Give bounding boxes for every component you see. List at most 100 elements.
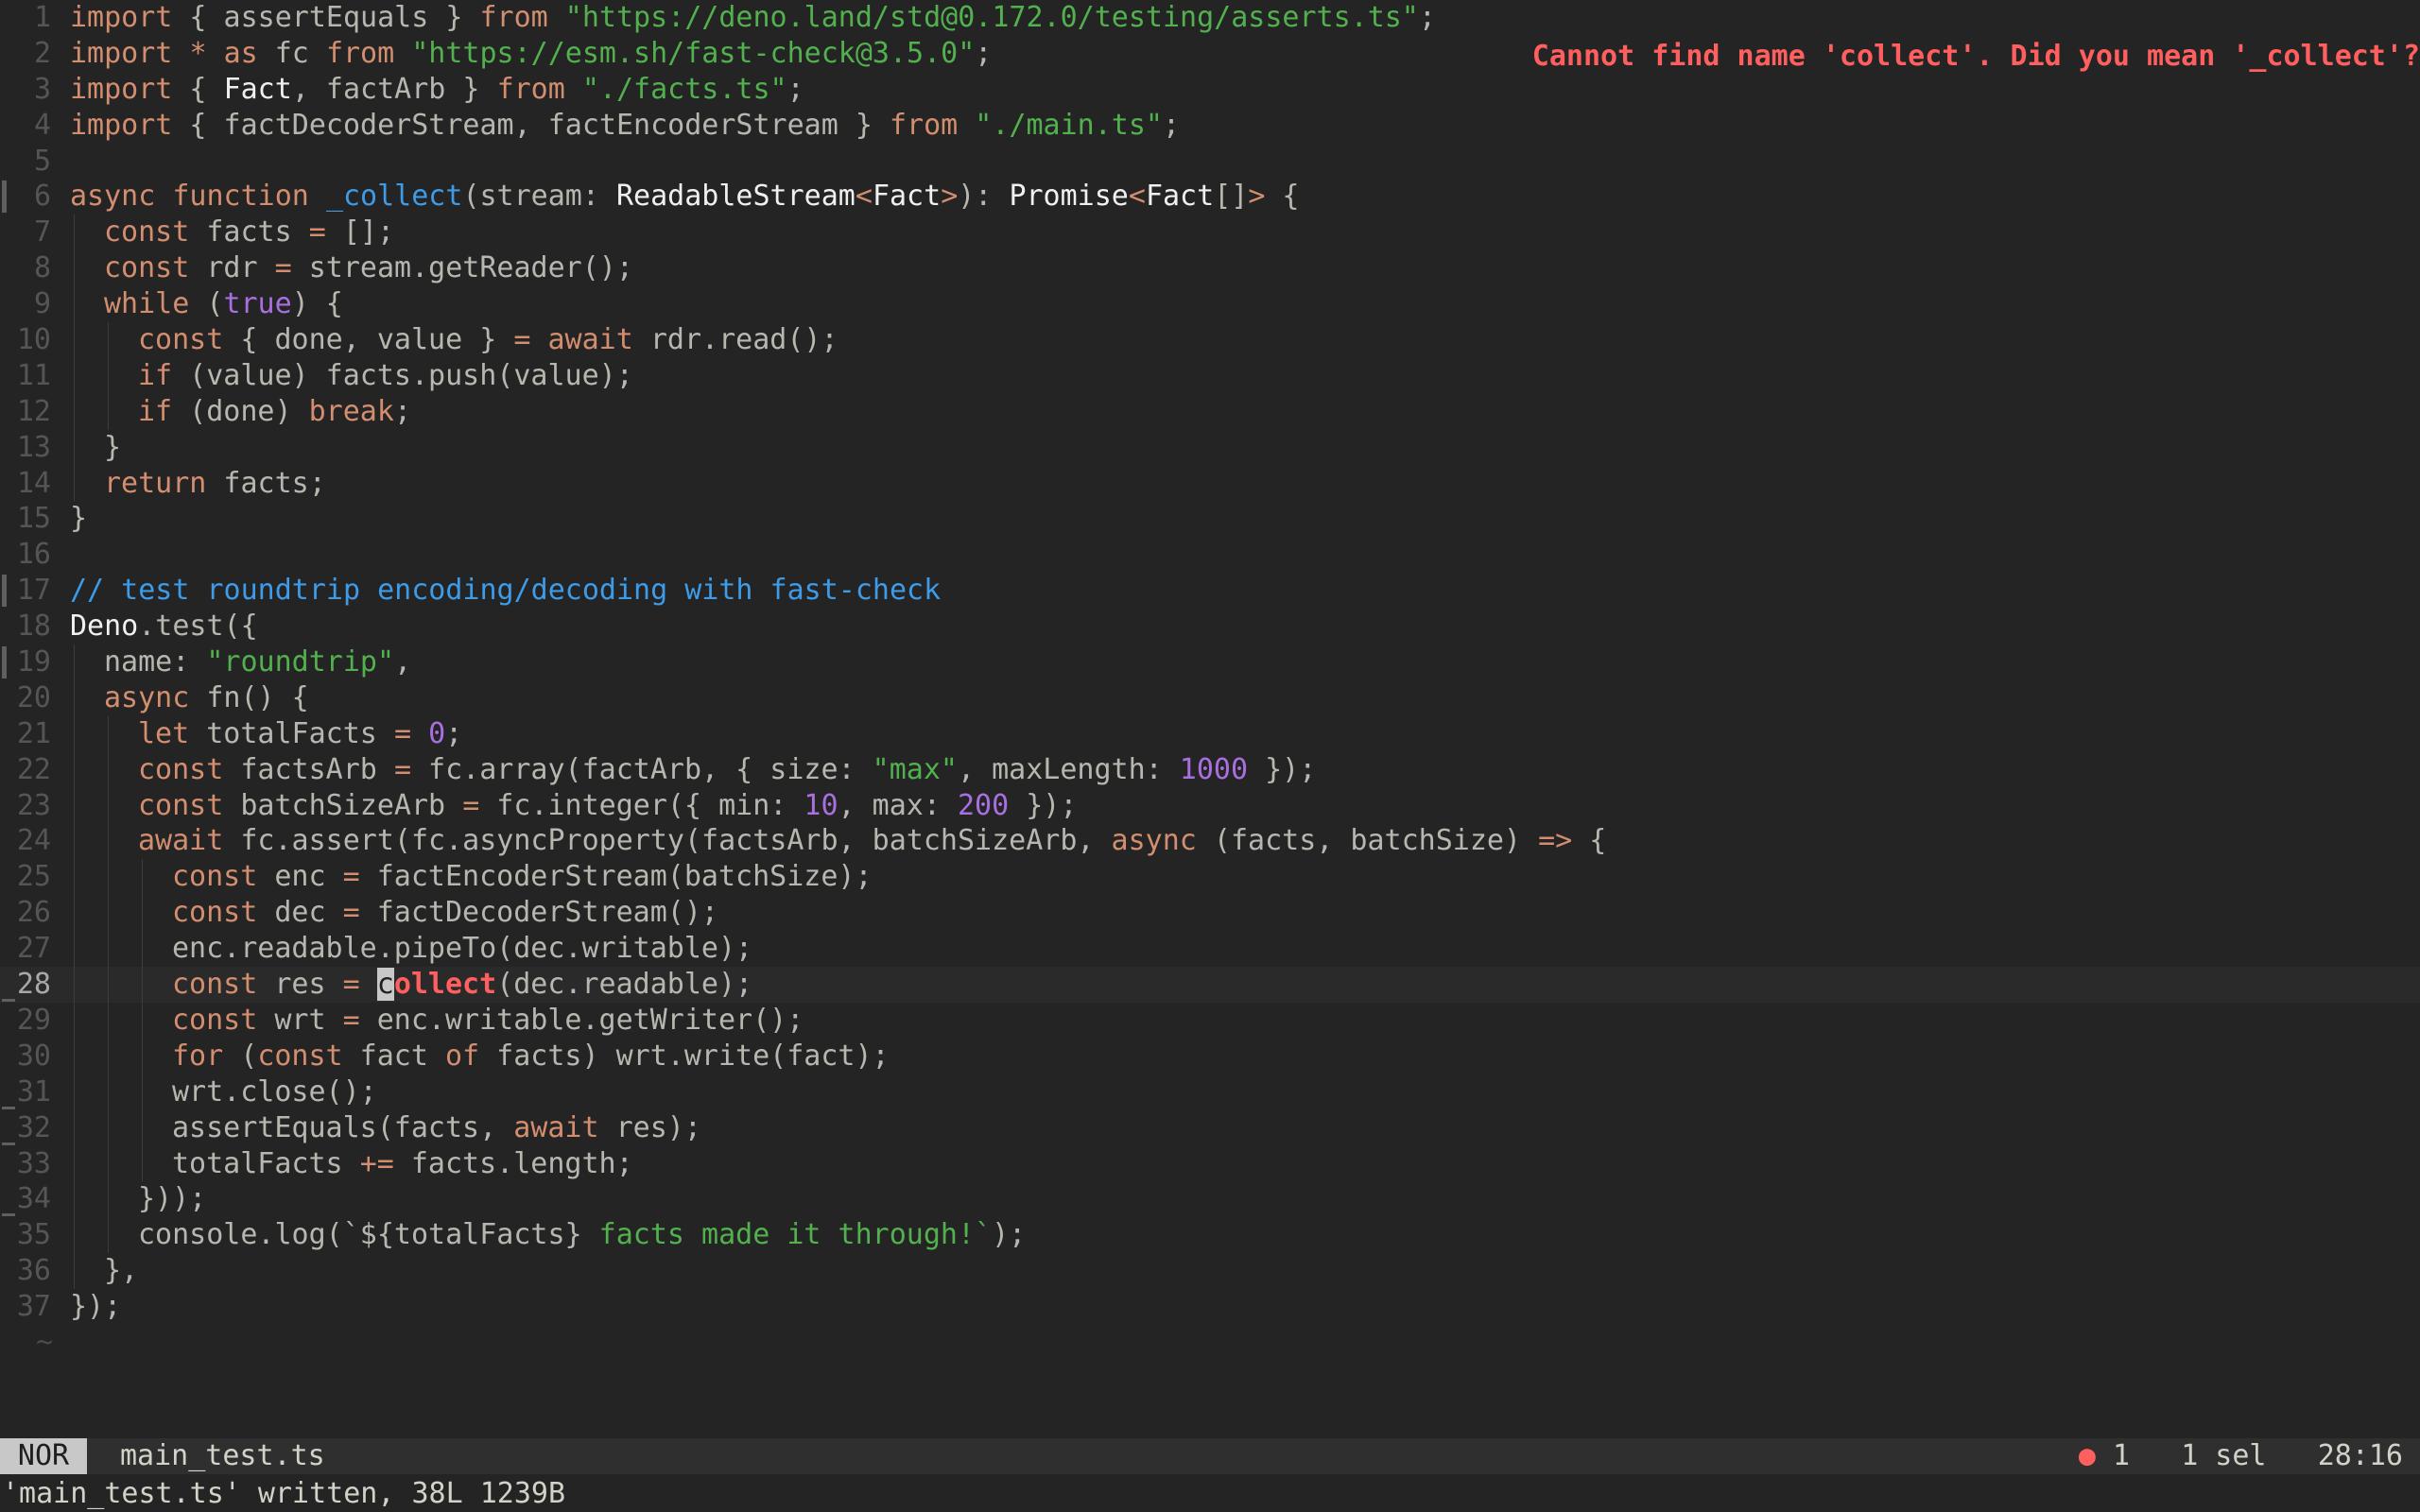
code-text: if (value) facts.push(value); [138, 358, 633, 394]
code-text: import { Fact, factArb } from "./facts.t… [70, 72, 804, 108]
code-line[interactable]: 30 for (const fact of facts) wrt.write(fa… [0, 1038, 2420, 1074]
code-line[interactable]: 33 totalFacts += facts.length; [0, 1145, 2420, 1182]
indent-guide [108, 1109, 109, 1146]
code-token: res); [598, 1110, 701, 1144]
code-line[interactable]: 1 import { assertEquals } from "https://d… [0, 0, 2420, 36]
code-line[interactable]: 26 const dec = factDecoderStream(); [0, 895, 2420, 932]
editor-buffer[interactable]: 1 import { assertEquals } from "https://d… [0, 0, 2420, 1435]
statusline-right: ● 1 1 sel 28:16 [2079, 1438, 2403, 1474]
code-token: const [104, 251, 190, 285]
indent-guide [74, 393, 75, 430]
code-token: = [342, 968, 360, 1002]
code-token: "https://deno.land/std@0.172.0/testing/a… [564, 1, 1419, 34]
line-number: 8 [33, 251, 51, 285]
code-token: facts [189, 215, 309, 249]
code-line[interactable]: 36}, [0, 1253, 2420, 1290]
code-token: let [138, 716, 190, 750]
code-token: wrt [257, 1003, 343, 1037]
indent-guide [108, 1145, 109, 1182]
code-line[interactable]: 7 const facts = []; [0, 215, 2420, 251]
code-line[interactable]: 18 Deno.test({ [0, 609, 2420, 644]
code-line[interactable]: 16 [0, 537, 2420, 573]
code-token: if [138, 394, 173, 428]
indent-guide [108, 967, 109, 1003]
code-token: }); [70, 1290, 122, 1324]
line-number: 4 [33, 108, 51, 142]
code-line[interactable]: 34})); [0, 1181, 2420, 1218]
code-token: of [445, 1039, 480, 1073]
code-line[interactable]: 24 await fc.assert(fc.asyncProperty(facts… [0, 823, 2420, 860]
selection-count: 1 sel [2181, 1439, 2267, 1472]
indent-guide [74, 322, 75, 358]
code-token: ; [1162, 108, 1181, 142]
code-token: = [513, 323, 531, 357]
code-token: factsArb [223, 752, 394, 786]
code-line[interactable]: 27 enc.readable.pipeTo(dec.writable); [0, 931, 2420, 968]
code-token: rdr.read(); [632, 323, 838, 357]
code-line[interactable]: 21 let totalFacts = 0; [0, 715, 2420, 752]
code-line[interactable]: 28 const res = collect(dec.readable); [0, 967, 2420, 1003]
code-text: name: "roundtrip", [104, 644, 411, 680]
line-number: 12 [16, 394, 51, 428]
code-token: Fact [223, 72, 292, 106]
code-line[interactable]: 19 name: "roundtrip", [0, 644, 2420, 680]
indent-guide [108, 322, 109, 358]
code-line[interactable]: 12 if (done) break; [0, 393, 2420, 430]
code-line[interactable]: 20 async fn() { [0, 679, 2420, 716]
code-token: fc.integer({ min: [479, 788, 804, 822]
code-line[interactable]: 13} [0, 429, 2420, 466]
code-text: const { done, value } = await rdr.read()… [138, 322, 838, 358]
line-number: 7 [33, 215, 51, 249]
line-number: 17 [16, 574, 51, 608]
line-number: 27 [16, 932, 51, 966]
code-line[interactable]: 4 import { factDecoderStream, factEncoder… [0, 108, 2420, 144]
indent-guide [74, 215, 75, 251]
code-token: factEncoderStream(batchSize); [359, 860, 873, 894]
code-token: stream.getReader(); [291, 251, 633, 285]
code-line[interactable]: 23 const batchSizeArb = fc.integer({ min:… [0, 787, 2420, 824]
error-dot-icon: ● [2078, 1439, 2096, 1472]
code-line[interactable]: 31 wrt.close(); [0, 1074, 2420, 1110]
code-line[interactable]: 8 const rdr = stream.getReader(); [0, 250, 2420, 287]
code-token: const [138, 788, 224, 822]
code-token: import [70, 72, 173, 106]
code-token: = [393, 716, 411, 750]
code-line[interactable]: 15} [0, 501, 2420, 537]
code-token: as [223, 36, 258, 70]
code-line[interactable]: 14 return facts; [0, 465, 2420, 502]
code-line[interactable]: 32 assertEquals(facts, await res); [0, 1109, 2420, 1146]
indent-guide [74, 1038, 75, 1074]
code-token: assertEquals(facts, [172, 1110, 514, 1144]
code-line[interactable]: 11 if (value) facts.push(value); [0, 357, 2420, 394]
code-line[interactable]: 37}); [0, 1289, 2420, 1325]
line-number: 3 [33, 72, 51, 106]
code-token: ollect [393, 968, 497, 1002]
code-token: const [172, 860, 258, 894]
indent-guide [108, 859, 109, 896]
code-token: < [855, 180, 873, 214]
code-text: async fn() { [104, 680, 309, 716]
code-token: > [1248, 180, 1266, 214]
code-token: } [104, 430, 122, 464]
line-number: 1 [33, 1, 51, 34]
indent-guide [108, 1181, 109, 1218]
indent-guide [74, 644, 75, 680]
code-line[interactable]: 22 const factsArb = fc.array(factArb, { s… [0, 751, 2420, 788]
code-line[interactable]: 3 import { Fact, factArb } from "./facts.… [0, 72, 2420, 108]
code-line[interactable]: 6 async function _collect(stream: Readabl… [0, 179, 2420, 215]
code-line[interactable]: 35 console.log(`${totalFacts} facts made … [0, 1217, 2420, 1254]
code-line[interactable]: 5 [0, 144, 2420, 180]
code-line[interactable]: 29 const wrt = enc.writable.getWriter(); [0, 1002, 2420, 1039]
code-token: (dec.readable); [496, 968, 753, 1002]
code-token: from [496, 72, 565, 106]
code-line[interactable]: 25 const enc = factEncoderStream(batchSiz… [0, 859, 2420, 896]
code-token: rdr [189, 251, 275, 285]
code-line[interactable]: 9 while (true) { [0, 286, 2420, 323]
code-line[interactable]: 17 // test roundtrip encoding/decoding wi… [0, 573, 2420, 609]
code-token: = [342, 896, 360, 930]
code-token: []; [325, 215, 395, 249]
code-text: const batchSizeArb = fc.integer({ min: 1… [138, 788, 1077, 824]
code-line[interactable]: 10 const { done, value } = await rdr.read… [0, 322, 2420, 358]
